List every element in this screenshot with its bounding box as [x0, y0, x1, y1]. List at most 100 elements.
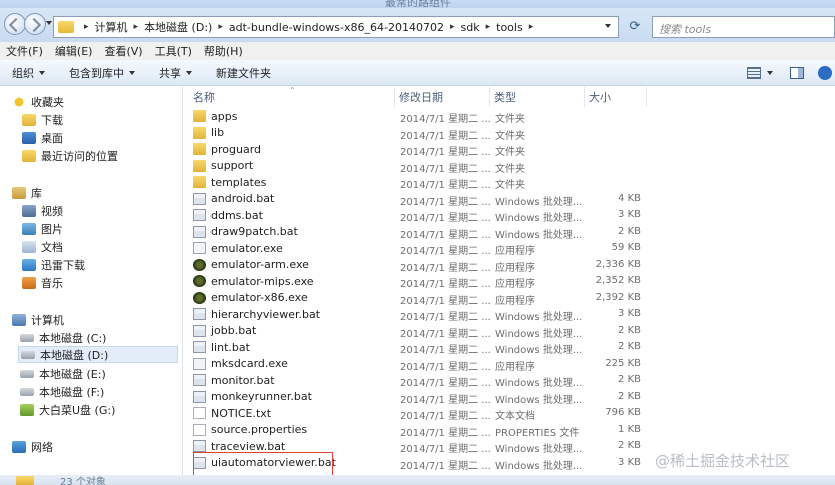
nav-label: 视频 [41, 204, 63, 218]
chevron-right-icon[interactable]: ▸ [218, 22, 223, 32]
recent-pages-dropdown-icon[interactable] [46, 21, 52, 25]
file-row[interactable]: lint.bat 2014/7/1 星期二 ... Windows 批处理... 2 … [189, 339, 649, 356]
nav-label: 图片 [41, 222, 63, 236]
menu-view[interactable]: 查看(V) [104, 43, 142, 59]
address-bar[interactable]: ▸ 计算机 ▸ 本地磁盘 (D:) ▸ adt-bundle-windows-x… [53, 16, 619, 38]
nav-pictures[interactable]: 图片 [22, 220, 63, 237]
chevron-right-icon[interactable]: ▸ [134, 22, 139, 32]
file-row[interactable]: NOTICE.txt 2014/7/1 星期二 ... 文本文档 796 KB [189, 405, 649, 422]
batch-file-icon [193, 390, 206, 403]
file-row[interactable]: ddms.bat 2014/7/1 星期二 ... Windows 批处理... 3 … [189, 207, 649, 224]
file-row[interactable]: android.bat 2014/7/1 星期二 ... Windows 批处理..… [189, 191, 649, 208]
drive-icon [20, 333, 34, 342]
menu-tools[interactable]: 工具(T) [155, 43, 192, 59]
nav-label: 音乐 [41, 276, 63, 290]
change-view-icon[interactable] [747, 67, 761, 79]
file-type: 文件夹 [495, 114, 525, 125]
file-name: traceview.bat [211, 439, 286, 453]
file-row[interactable]: monitor.bat 2014/7/1 星期二 ... Windows 批处理..… [189, 372, 649, 389]
back-button[interactable] [4, 13, 26, 35]
file-type: 应用程序 [495, 279, 535, 290]
file-name-cell: mksdcard.exe [193, 356, 288, 372]
file-row[interactable]: lib 2014/7/1 星期二 ... 文件夹 [189, 125, 649, 142]
file-size: 796 KB [605, 407, 641, 418]
file-name: apps [211, 109, 238, 123]
file-row[interactable]: templates 2014/7/1 星期二 ... 文件夹 [189, 174, 649, 191]
nav-music[interactable]: 音乐 [22, 274, 63, 291]
nav-drive-d[interactable]: 本地磁盘 (D:) [18, 346, 178, 363]
chevron-down-icon [186, 70, 192, 75]
file-name: NOTICE.txt [211, 406, 272, 420]
breadcrumb-computer[interactable]: 计算机 [95, 19, 128, 35]
column-header-size[interactable]: 大小 [585, 87, 647, 107]
forward-button[interactable] [24, 13, 46, 35]
breadcrumb-adt-bundle[interactable]: adt-bundle-windows-x86_64-20140702 [229, 21, 444, 34]
share-button[interactable]: 共享 [159, 65, 192, 81]
file-name-cell: emulator-x86.exe [193, 290, 308, 306]
watermark: @稀土掘金技术社区 [655, 452, 791, 470]
nav-label: 网络 [31, 440, 53, 454]
chevron-right-icon[interactable]: ▸ [84, 22, 89, 32]
file-icon [193, 423, 206, 436]
column-header-date[interactable]: 修改日期 [395, 87, 490, 107]
menu-edit[interactable]: 编辑(E) [55, 43, 93, 59]
nav-desktop[interactable]: 桌面 [22, 129, 63, 146]
file-row[interactable]: jobb.bat 2014/7/1 星期二 ... Windows 批处理... 2 … [189, 323, 649, 340]
file-type: Windows 批处理... [495, 196, 583, 208]
chevron-right-icon[interactable]: ▸ [529, 22, 534, 32]
menu-help[interactable]: 帮助(H) [204, 43, 243, 59]
file-size: 2 KB [618, 225, 641, 237]
preview-pane-icon[interactable] [790, 67, 804, 79]
nav-favorites[interactable]: 收藏夹 [12, 93, 64, 110]
column-header-type[interactable]: 类型 [490, 87, 585, 107]
file-date: 2014/7/1 星期二 ... [400, 378, 491, 389]
file-row[interactable]: source.properties 2014/7/1 星期二 ... PROPERT… [189, 422, 649, 439]
nav-network[interactable]: 网络 [12, 438, 53, 455]
nav-videos[interactable]: 视频 [22, 202, 63, 219]
help-icon[interactable] [818, 66, 832, 80]
nav-drive-c[interactable]: 本地磁盘 (C:) [20, 329, 106, 346]
file-date: 2014/7/1 星期二 ... [400, 411, 491, 422]
chevron-right-icon[interactable]: ▸ [486, 22, 491, 32]
menu-file[interactable]: 文件(F) [6, 43, 43, 59]
include-in-library-button[interactable]: 包含到库中 [69, 65, 135, 81]
file-type: 应用程序 [495, 295, 535, 307]
breadcrumb-drive-d[interactable]: 本地磁盘 (D:) [144, 19, 212, 35]
organize-button[interactable]: 组织 [12, 65, 45, 81]
breadcrumb-sdk[interactable]: sdk [461, 21, 480, 34]
file-row[interactable]: emulator-arm.exe 2014/7/1 星期二 ... 应用程序 2,33… [189, 257, 649, 274]
file-row[interactable]: proguard 2014/7/1 星期二 ... 文件夹 [189, 141, 649, 158]
column-header-name[interactable]: 名称 ⌃ [189, 86, 395, 107]
breadcrumb-tools[interactable]: tools [496, 21, 523, 34]
nav-drive-f[interactable]: 本地磁盘 (F:) [20, 383, 104, 400]
file-row[interactable]: emulator.exe 2014/7/1 星期二 ... 应用程序 59 KB [189, 240, 649, 257]
file-row[interactable]: mksdcard.exe 2014/7/1 星期二 ... 应用程序 225 KB [189, 356, 649, 373]
refresh-icon[interactable]: ⟳ [626, 18, 644, 36]
chevron-right-icon[interactable]: ▸ [450, 22, 455, 32]
view-dropdown-icon[interactable] [767, 71, 773, 75]
nav-documents[interactable]: 文档 [22, 238, 63, 255]
file-row[interactable]: support 2014/7/1 星期二 ... 文件夹 [189, 158, 649, 175]
file-row[interactable]: emulator-x86.exe 2014/7/1 星期二 ... 应用程序 2,39… [189, 290, 649, 307]
file-row[interactable]: hierarchyviewer.bat 2014/7/1 星期二 ... Windo… [189, 306, 649, 323]
folder-icon [193, 143, 206, 155]
file-row[interactable]: draw9patch.bat 2014/7/1 星期二 ... Windows 批处… [189, 224, 649, 241]
nav-computer[interactable]: 计算机 [12, 311, 64, 328]
search-input[interactable]: 搜索 tools [652, 16, 835, 38]
nav-drive-g[interactable]: 大白菜U盘 (G:) [20, 401, 115, 418]
nav-xunlei[interactable]: 迅雷下载 [22, 256, 85, 273]
file-size: 3 KB [618, 308, 641, 319]
nav-downloads[interactable]: 下载 [22, 111, 63, 128]
nav-libraries[interactable]: 库 [12, 184, 42, 201]
file-row[interactable]: apps 2014/7/1 星期二 ... 文件夹 [189, 108, 649, 125]
address-dropdown-icon[interactable] [605, 24, 611, 28]
new-folder-button[interactable]: 新建文件夹 [216, 65, 271, 81]
nav-recent[interactable]: 最近访问的位置 [22, 147, 118, 164]
file-date: 2014/7/1 星期二 ... [400, 229, 491, 241]
nav-label: 桌面 [41, 131, 63, 145]
folder-icon [193, 176, 206, 188]
file-size: 3 KB [618, 456, 641, 468]
nav-drive-e[interactable]: 本地磁盘 (E:) [20, 365, 106, 382]
file-row[interactable]: emulator-mips.exe 2014/7/1 星期二 ... 应用程序 2,3… [189, 273, 649, 290]
file-row[interactable]: monkeyrunner.bat 2014/7/1 星期二 ... Windows … [189, 389, 649, 406]
